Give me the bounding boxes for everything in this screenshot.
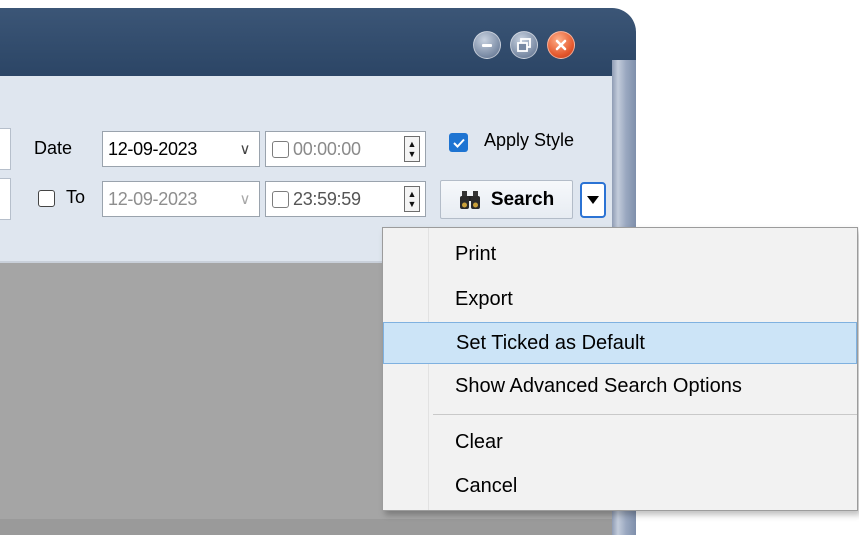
window-titlebar[interactable]	[0, 8, 636, 76]
restore-icon	[517, 38, 531, 52]
menu-item-export[interactable]: Export	[383, 278, 857, 320]
menu-item-label: Show Advanced Search Options	[455, 374, 742, 397]
date-to-picker[interactable]: 12-09-2023 ∨	[102, 181, 260, 217]
chevron-down-icon[interactable]: ∨	[237, 190, 253, 208]
minimize-icon	[482, 43, 492, 47]
spin-down-icon[interactable]: ▼	[408, 199, 417, 209]
search-options-dropdown-button[interactable]	[580, 182, 606, 218]
time-to-picker[interactable]: 23:59:59 ▲ ▼	[265, 181, 426, 217]
time-to-checkbox[interactable]	[272, 190, 289, 208]
date-to-value: 12-09-2023	[108, 188, 198, 209]
search-button[interactable]: Search	[440, 180, 573, 219]
close-icon	[555, 39, 567, 51]
to-date-checkbox[interactable]	[38, 190, 55, 207]
chevron-down-icon[interactable]: ∨	[237, 140, 253, 158]
menu-item-clear[interactable]: Clear	[383, 421, 857, 463]
left-field-edge[interactable]	[0, 178, 11, 220]
menu-item-show-advanced-search-options[interactable]: Show Advanced Search Options	[383, 365, 857, 407]
menu-item-label: Set Ticked as Default	[456, 331, 645, 354]
spin-down-icon[interactable]: ▼	[408, 149, 417, 159]
time-to-spinner[interactable]: ▲ ▼	[404, 186, 420, 212]
restore-button[interactable]	[510, 31, 538, 59]
apply-style-checkbox[interactable]	[449, 133, 468, 152]
menu-item-cancel[interactable]: Cancel	[383, 465, 857, 507]
to-label: To	[66, 187, 86, 207]
minimize-button[interactable]	[473, 31, 501, 59]
left-field-edge[interactable]	[0, 128, 11, 170]
close-button[interactable]	[547, 31, 575, 59]
date-from-value: 12-09-2023	[108, 138, 198, 159]
checkmark-icon	[452, 138, 465, 148]
menu-item-label: Clear	[455, 430, 503, 453]
menu-separator	[433, 414, 857, 415]
apply-style-label: Apply Style	[484, 130, 575, 150]
time-from-spinner[interactable]: ▲ ▼	[404, 136, 420, 162]
date-from-picker[interactable]: 12-09-2023 ∨	[102, 131, 260, 167]
time-from-value: 00:00:00	[293, 138, 361, 159]
binoculars-icon	[459, 190, 480, 209]
menu-item-print[interactable]: Print	[383, 233, 857, 275]
time-to-value: 23:59:59	[293, 188, 361, 209]
menu-item-label: Print	[455, 242, 497, 265]
time-from-checkbox[interactable]	[272, 140, 289, 158]
menu-item-label: Cancel	[455, 474, 518, 497]
results-bottom-edge	[0, 519, 612, 535]
search-options-menu: Print Export Set Ticked as Default Show …	[382, 227, 858, 511]
time-from-picker[interactable]: 00:00:00 ▲ ▼	[265, 131, 426, 167]
search-label: Search	[490, 188, 555, 210]
menu-item-set-ticked-as-default[interactable]: Set Ticked as Default	[383, 322, 857, 364]
spin-up-icon[interactable]: ▲	[408, 139, 417, 149]
date-label: Date	[34, 138, 73, 158]
menu-item-label: Export	[455, 287, 513, 310]
dropdown-arrow-icon	[587, 196, 599, 204]
spin-up-icon[interactable]: ▲	[408, 189, 417, 199]
